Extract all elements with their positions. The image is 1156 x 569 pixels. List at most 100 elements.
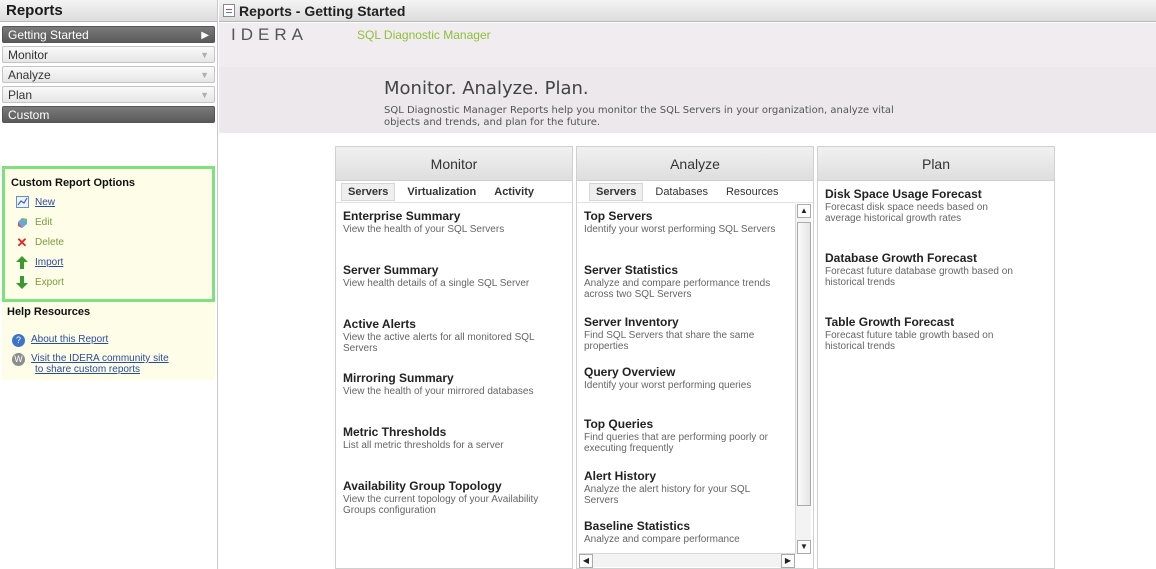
- community-label-line2: to share custom reports: [35, 364, 141, 375]
- about-label: About this Report: [31, 334, 109, 345]
- nav-plan[interactable]: Plan ▼: [2, 86, 215, 103]
- report-title: Disk Space Usage Forecast: [825, 187, 982, 201]
- scroll-thumb[interactable]: [797, 222, 811, 506]
- info-icon: ?: [12, 334, 25, 347]
- report-database-growth-forecast[interactable]: Database Growth Forecast Forecast future…: [825, 251, 1053, 288]
- product-name: SQL Diagnostic Manager: [357, 28, 491, 42]
- report-desc: Servers: [343, 343, 378, 354]
- nav-custom[interactable]: Custom: [2, 106, 215, 123]
- hero-strip: Monitor. Analyze. Plan. SQL Diagnostic M…: [219, 67, 1156, 133]
- report-active-alerts[interactable]: Active Alerts View the active alerts for…: [343, 317, 571, 354]
- sidebar-title: Reports: [0, 0, 217, 22]
- report-desc: View the current topology of your Availa…: [343, 494, 539, 505]
- report-server-summary[interactable]: Server Summary View health details of a …: [343, 263, 571, 289]
- arrow-up-icon: [15, 256, 29, 270]
- nav-label: Monitor: [8, 48, 49, 62]
- report-mirroring-summary[interactable]: Mirroring Summary View the health of you…: [343, 371, 571, 397]
- tab-monitor-servers[interactable]: Servers: [341, 182, 396, 201]
- analyze-vertical-scrollbar[interactable]: ▲ ▼: [795, 204, 811, 554]
- edit-report-link[interactable]: Edit: [11, 216, 212, 236]
- hero-desc-line2: objects and trends, and plan for the fut…: [384, 117, 601, 128]
- report-desc: Forecast future table growth based on: [825, 330, 994, 341]
- new-report-link[interactable]: New: [11, 196, 212, 216]
- scroll-down-arrow-icon[interactable]: ▼: [797, 540, 811, 554]
- report-table-growth-forecast[interactable]: Table Growth Forecast Forecast future ta…: [825, 315, 1053, 352]
- chevron-down-icon: ▼: [200, 90, 209, 100]
- edit-label: Edit: [35, 217, 53, 228]
- report-desc: View the health of your mirrored databas…: [343, 386, 534, 397]
- report-desc: List all metric thresholds for a server: [343, 440, 504, 451]
- report-title: Mirroring Summary: [343, 371, 454, 385]
- report-top-queries[interactable]: Top Queries Find queries that are perfor…: [584, 417, 794, 454]
- import-label: Import: [35, 257, 64, 268]
- custom-report-options: Custom Report Options New Edit ✕ Delete …: [2, 166, 215, 302]
- report-desc: properties: [584, 341, 629, 352]
- nav-label: Custom: [8, 108, 50, 122]
- report-desc: Analyze and compare performance trends: [584, 278, 771, 289]
- chevron-down-icon: ▼: [200, 50, 209, 60]
- hero-description: SQL Diagnostic Manager Reports help you …: [384, 105, 1024, 129]
- about-report-link[interactable]: ? About this Report: [7, 334, 215, 347]
- report-title: Database Growth Forecast: [825, 251, 978, 265]
- import-report-link[interactable]: Import: [11, 256, 212, 276]
- report-title: Server Inventory: [584, 315, 679, 329]
- analyze-panel: Analyze Servers Databases Resources Top …: [576, 146, 814, 569]
- report-desc: Forecast future database growth based on: [825, 266, 1013, 277]
- scroll-right-arrow-icon[interactable]: ▶: [781, 554, 795, 568]
- report-baseline-statistics[interactable]: Baseline Statistics Analyze and compare …: [584, 519, 794, 545]
- report-title: Metric Thresholds: [343, 425, 447, 439]
- scroll-up-arrow-icon[interactable]: ▲: [797, 204, 811, 218]
- scroll-left-arrow-icon[interactable]: ◀: [579, 554, 593, 568]
- report-title: Alert History: [584, 469, 657, 483]
- analyze-tabs: Servers Databases Resources: [577, 181, 813, 203]
- report-server-statistics[interactable]: Server Statistics Analyze and compare pe…: [584, 263, 794, 300]
- report-title: Server Summary: [343, 263, 439, 277]
- report-top-servers[interactable]: Top Servers Identify your worst performi…: [584, 209, 794, 235]
- report-desc: average historical growth rates: [825, 213, 962, 224]
- plan-panel: Plan Disk Space Usage Forecast Forecast …: [817, 146, 1055, 569]
- delete-report-link[interactable]: ✕ Delete: [11, 236, 212, 256]
- report-title: Top Queries: [584, 417, 654, 431]
- chart-icon: [15, 196, 29, 210]
- community-site-link[interactable]: W Visit the IDERA community site to shar…: [7, 353, 215, 375]
- export-label: Export: [35, 277, 64, 288]
- nav-monitor[interactable]: Monitor ▼: [2, 46, 215, 63]
- edit-icon: [15, 216, 29, 230]
- report-metric-thresholds[interactable]: Metric Thresholds List all metric thresh…: [343, 425, 571, 451]
- report-enterprise-summary[interactable]: Enterprise Summary View the health of yo…: [343, 209, 571, 235]
- nav-getting-started[interactable]: Getting Started ▶: [2, 26, 215, 43]
- nav-label: Plan: [8, 88, 33, 102]
- report-desc: Find queries that are performing poorly …: [584, 432, 768, 443]
- nav-analyze[interactable]: Analyze ▼: [2, 66, 215, 83]
- report-desc: Analyze and compare performance: [584, 534, 740, 545]
- hero-heading: Monitor. Analyze. Plan.: [384, 78, 589, 99]
- delete-icon: ✕: [16, 235, 28, 250]
- report-availability-group-topology[interactable]: Availability Group Topology View the cur…: [343, 479, 571, 516]
- tab-monitor-virtualization[interactable]: Virtualization: [401, 184, 482, 200]
- analyze-header: Analyze: [577, 147, 813, 181]
- report-title: Enterprise Summary: [343, 209, 461, 223]
- tab-analyze-resources[interactable]: Resources: [720, 184, 785, 200]
- reports-sidebar: Reports Getting Started ▶ Monitor ▼ Anal…: [0, 0, 218, 569]
- report-desc: Identify your worst performing SQL Serve…: [584, 224, 776, 235]
- nav-label: Getting Started: [8, 28, 89, 42]
- analyze-horizontal-scrollbar[interactable]: ◀ ▶: [579, 553, 795, 568]
- help-title: Help Resources: [7, 306, 91, 318]
- report-server-inventory[interactable]: Server Inventory Find SQL Servers that s…: [584, 315, 794, 352]
- report-desc: across two SQL Servers: [584, 289, 692, 300]
- report-title: Server Statistics: [584, 263, 679, 277]
- report-query-overview[interactable]: Query Overview Identify your worst perfo…: [584, 365, 794, 391]
- tab-monitor-activity[interactable]: Activity: [488, 184, 540, 200]
- tab-analyze-servers[interactable]: Servers: [589, 182, 644, 201]
- report-desc: executing frequently: [584, 443, 674, 454]
- new-label: New: [35, 197, 56, 208]
- monitor-header: Monitor: [336, 147, 572, 181]
- help-resources: Help Resources ? About this Report W Vis…: [2, 302, 215, 380]
- plan-header: Plan: [818, 147, 1054, 181]
- report-desc: View the active alerts for all monitored…: [343, 332, 535, 343]
- community-icon: W: [12, 353, 25, 366]
- report-alert-history[interactable]: Alert History Analyze the alert history …: [584, 469, 794, 506]
- report-disk-space-usage-forecast[interactable]: Disk Space Usage Forecast Forecast disk …: [825, 187, 1053, 224]
- export-report-link[interactable]: Export: [11, 276, 212, 296]
- tab-analyze-databases[interactable]: Databases: [649, 184, 714, 200]
